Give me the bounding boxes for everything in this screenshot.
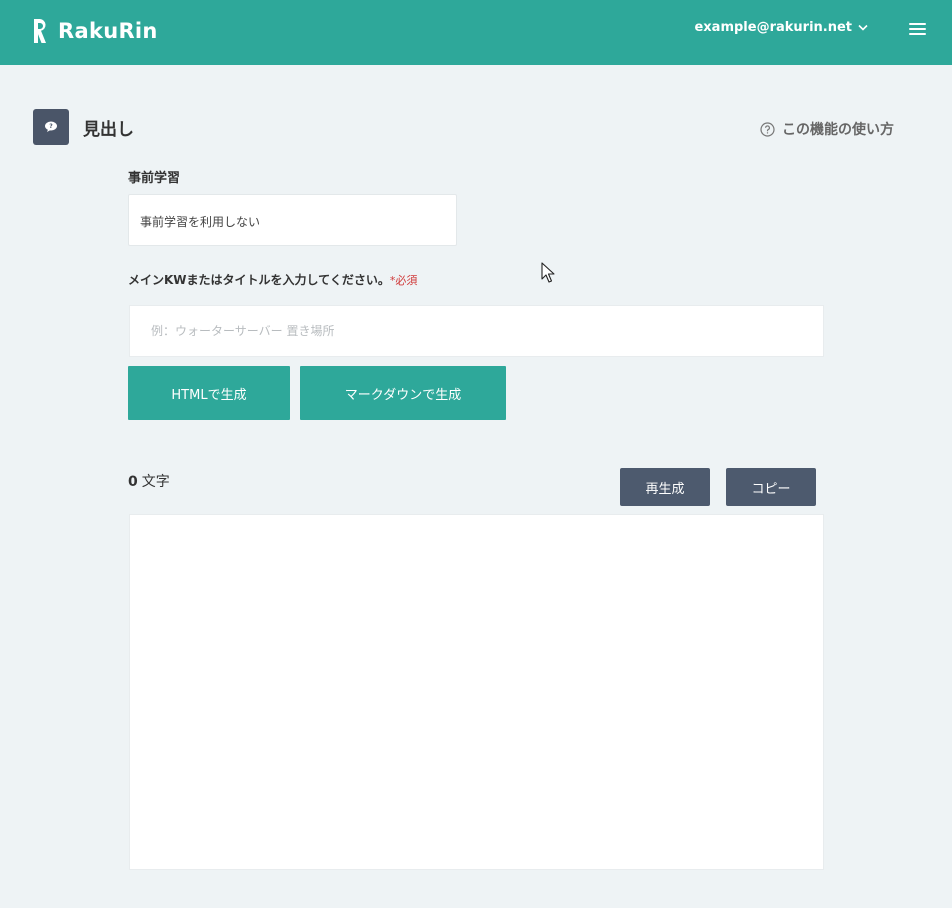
svg-text:?: ?	[49, 123, 53, 130]
speech-bubble-icon: ?	[33, 109, 69, 145]
keyword-label: メインKWまたはタイトルを入力してください。*必須	[128, 271, 417, 288]
generate-markdown-button[interactable]: マークダウンで生成	[300, 366, 506, 420]
char-count: 0 文字	[128, 471, 170, 491]
output-area[interactable]	[129, 514, 824, 870]
page-title: 見出し	[83, 120, 134, 140]
generate-html-button[interactable]: HTMLで生成	[128, 366, 290, 420]
regenerate-button[interactable]: 再生成	[620, 468, 710, 506]
mouse-pointer-icon	[541, 262, 555, 283]
hamburger-menu-icon[interactable]	[909, 23, 926, 37]
rakurin-logo-icon	[34, 19, 46, 43]
help-link-label: この機能の使い方	[782, 122, 894, 138]
keyword-label-text: メインKWまたはタイトルを入力してください。	[128, 273, 390, 287]
required-mark: *必須	[389, 274, 418, 287]
copy-button[interactable]: コピー	[726, 468, 816, 506]
help-link[interactable]: この機能の使い方	[760, 119, 894, 139]
user-email: example@rakurin.net	[694, 20, 852, 35]
question-circle-icon	[760, 121, 775, 137]
app-header: RakuRin example@rakurin.net	[0, 0, 952, 65]
user-menu[interactable]: example@rakurin.net	[694, 20, 868, 35]
keyword-input[interactable]	[129, 305, 824, 357]
char-count-unit: 文字	[141, 474, 170, 490]
char-count-value: 0	[128, 474, 138, 490]
pre-learning-select[interactable]: 事前学習を利用しない	[128, 194, 457, 246]
logo[interactable]: RakuRin	[32, 17, 158, 45]
pre-learning-label: 事前学習	[128, 171, 181, 186]
chevron-down-icon	[858, 24, 868, 31]
logo-text: RakuRin	[58, 19, 158, 43]
